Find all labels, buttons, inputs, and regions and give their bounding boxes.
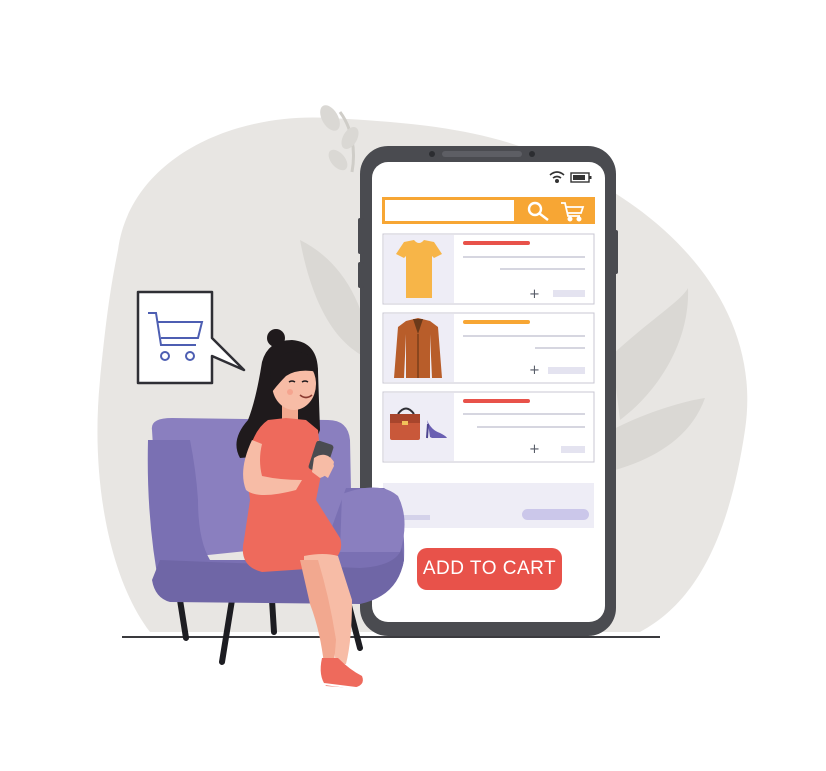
product-2-add-icon[interactable]: + xyxy=(529,364,540,377)
product-card-3[interactable] xyxy=(382,391,595,463)
product-price-tag xyxy=(548,367,585,374)
product-card-1[interactable] xyxy=(382,233,595,305)
product-1-add-icon[interactable]: + xyxy=(529,288,540,301)
product-title-bar xyxy=(463,399,530,403)
product-price-tag xyxy=(553,290,585,297)
product-price-tag xyxy=(561,446,585,453)
product-3-add-icon[interactable]: + xyxy=(529,443,540,456)
summary-panel xyxy=(383,483,594,528)
illustration xyxy=(97,105,748,689)
product-card-2[interactable] xyxy=(382,312,595,384)
jacket-icon xyxy=(394,318,442,378)
add-to-cart-label[interactable]: ADD TO CART xyxy=(417,548,562,590)
product-title-bar xyxy=(463,320,530,324)
product-title-bar xyxy=(463,241,530,245)
